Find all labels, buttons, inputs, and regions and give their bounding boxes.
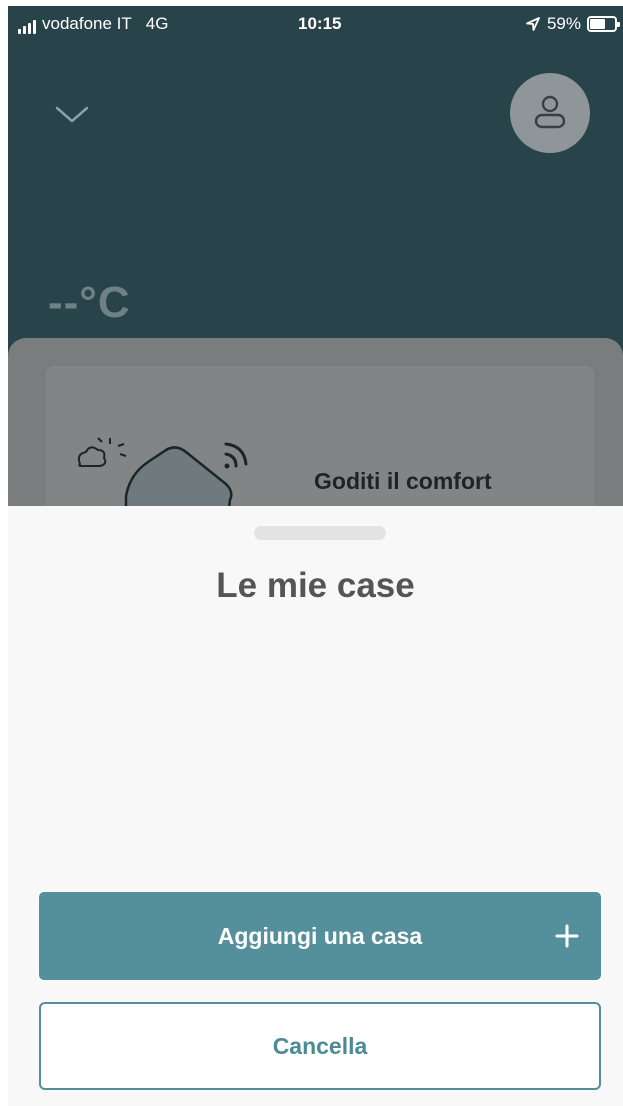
location-arrow-icon: [526, 17, 540, 31]
cancel-label: Cancella: [272, 1032, 368, 1059]
temperature-readout: --°C: [48, 278, 131, 327]
carrier-label: vodafone IT: [42, 14, 132, 33]
add-home-label: Aggiungi una casa: [217, 922, 423, 949]
thermostat-device-shape: [124, 446, 233, 506]
sheet-title: Le mie case: [216, 566, 415, 605]
cancel-button[interactable]: Cancella: [39, 1002, 601, 1090]
profile-button[interactable]: [510, 73, 590, 153]
status-left: vodafone IT 4G: [18, 14, 168, 34]
network-label: 4G: [145, 14, 169, 33]
battery-percent: 59%: [546, 14, 581, 33]
status-time: 10:15: [298, 14, 342, 33]
battery-icon: [587, 16, 620, 32]
background-app-screen: vodafone IT 4G 10:15 59% --°C Goditi il …: [8, 6, 623, 506]
wifi-icon: [224, 442, 248, 469]
add-home-button[interactable]: Aggiungi una casa: [39, 892, 601, 980]
status-right: 59%: [525, 14, 620, 34]
sheet-drag-handle[interactable]: [254, 526, 386, 540]
device-illustration: [77, 437, 248, 506]
homes-bottom-sheet: Le mie case Aggiungi una casa Cancella: [8, 506, 623, 1106]
card-headline: Goditi il comfort: [314, 468, 492, 494]
signal-icon: [18, 20, 36, 34]
chevron-down-icon[interactable]: [54, 102, 90, 126]
weather-icon: [77, 437, 127, 467]
plus-icon: [555, 924, 579, 948]
user-icon: [534, 95, 566, 129]
status-bar: vodafone IT 4G 10:15 59%: [8, 6, 623, 42]
battery-level-fill: [590, 19, 606, 29]
